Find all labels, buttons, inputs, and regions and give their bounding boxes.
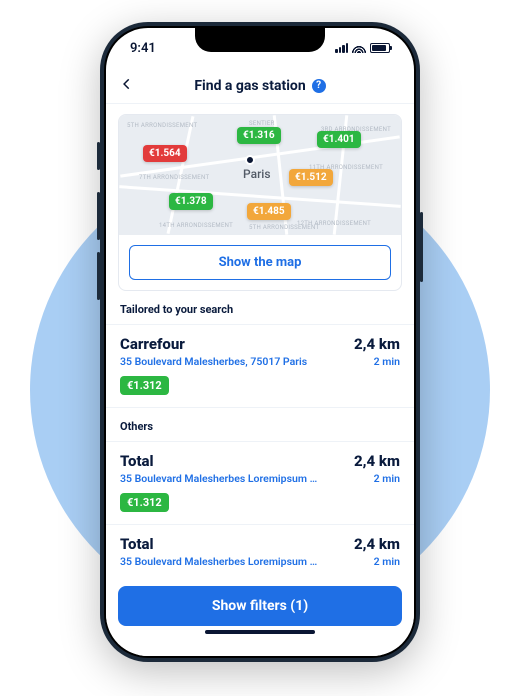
district-label: 7TH ARRONDISSEMENT (139, 175, 209, 181)
show-map-button[interactable]: Show the map (129, 245, 391, 280)
station-time: 2 min (374, 472, 400, 485)
station-address: 35 Boulevard Malesherbes Loremipsum Dolo… (120, 555, 320, 568)
station-distance: 2,4 km (354, 335, 400, 353)
district-label: 12TH ARRONDISSEMENT (297, 221, 371, 227)
status-time: 9:41 (130, 41, 156, 56)
header: Find a gas station ? (106, 68, 414, 104)
station-item[interactable]: Total 2,4 km 35 Boulevard Malesherbes Lo… (118, 442, 402, 524)
help-icon[interactable]: ? (312, 79, 326, 93)
map-card: 5TH ARRONDISSEMENT SENTIER 3RD ARRONDISS… (118, 114, 402, 291)
chevron-left-icon (120, 77, 134, 91)
battery-icon (370, 43, 390, 53)
wifi-icon (352, 43, 366, 53)
map-price-marker[interactable]: €1.512 (289, 169, 333, 186)
footer: Show filters (1) (106, 576, 414, 656)
show-filters-button[interactable]: Show filters (1) (118, 586, 402, 626)
phone-frame: 9:41 Find a gas station ? (100, 22, 420, 662)
map-price-marker[interactable]: €1.485 (247, 203, 291, 220)
station-address: 35 Boulevard Malesherbes, 75017 Paris (120, 355, 307, 368)
station-address: 35 Boulevard Malesherbes Loremipsum Dolo… (120, 472, 320, 485)
district-label: 5TH ARRONDISSEMENT (127, 123, 197, 129)
station-price-badge: €1.312 (120, 376, 169, 395)
station-distance: 2,4 km (354, 535, 400, 553)
section-tailored: Tailored to your search (118, 291, 402, 324)
signal-icon (335, 43, 348, 53)
station-price-badge: €1.312 (120, 493, 169, 512)
map-price-marker[interactable]: €1.401 (317, 131, 361, 148)
station-distance: 2,4 km (354, 452, 400, 470)
back-button[interactable] (120, 76, 140, 96)
notch (195, 28, 325, 52)
station-name: Total (120, 535, 154, 553)
station-time: 2 min (374, 555, 400, 568)
district-label: 14TH ARRONDISSEMENT (159, 223, 233, 229)
page-title: Find a gas station (194, 78, 305, 94)
map-preview[interactable]: 5TH ARRONDISSEMENT SENTIER 3RD ARRONDISS… (119, 115, 401, 235)
map-price-marker[interactable]: €1.316 (237, 127, 281, 144)
station-time: 2 min (374, 355, 400, 368)
section-others: Others (118, 408, 402, 441)
map-price-marker[interactable]: €1.564 (143, 145, 187, 162)
station-name: Carrefour (120, 335, 185, 353)
home-indicator[interactable] (205, 630, 315, 634)
station-item[interactable]: Carrefour 2,4 km 35 Boulevard Malesherbe… (118, 325, 402, 407)
map-price-marker[interactable]: €1.378 (169, 193, 213, 210)
station-item[interactable]: Total 2,4 km 35 Boulevard Malesherbes Lo… (118, 525, 402, 568)
location-pin-icon (245, 155, 255, 165)
map-city-label: Paris (243, 167, 271, 181)
station-name: Total (120, 452, 154, 470)
